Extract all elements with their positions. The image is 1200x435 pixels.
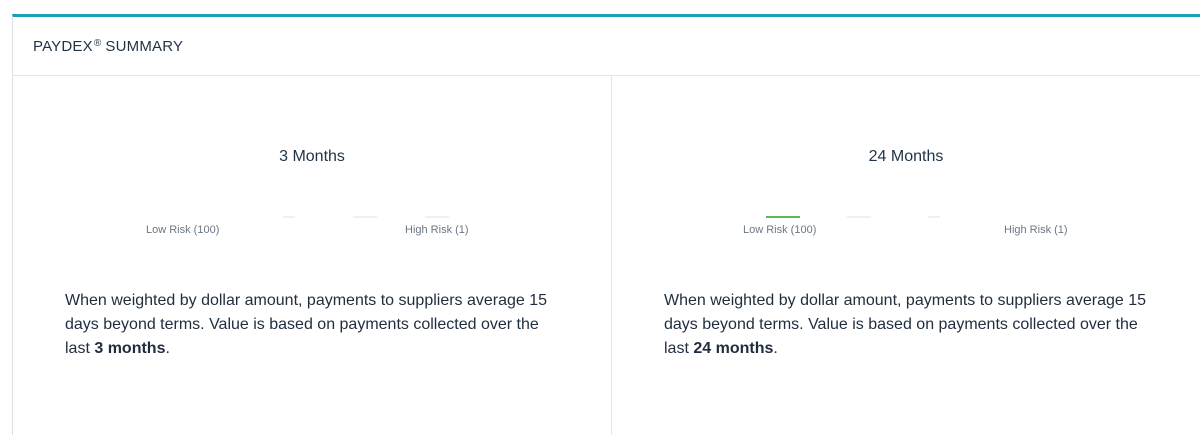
gauge-segment-active xyxy=(766,216,800,218)
description-suffix: . xyxy=(165,340,170,357)
registered-mark: ® xyxy=(93,37,102,49)
panel-24-months: 24 Months Low Risk (100) High Risk (1) W… xyxy=(611,76,1200,435)
low-risk-label: Low Risk (100) xyxy=(146,224,220,236)
description-period: 24 months xyxy=(693,340,774,357)
high-risk-label: High Risk (1) xyxy=(1004,224,1068,236)
panel-3-months: 3 Months Low Risk (100) High Risk (1) Wh… xyxy=(13,76,611,435)
header-title-rest: SUMMARY xyxy=(105,37,184,55)
panel-title: 24 Months xyxy=(868,148,944,165)
gauge-segment xyxy=(928,216,940,218)
low-risk-label: Low Risk (100) xyxy=(743,224,817,236)
header-title-brand: PAYDEX xyxy=(33,37,93,55)
paydex-description: When weighted by dollar amount, payments… xyxy=(664,289,1164,361)
card-header: PAYDEX ® SUMMARY xyxy=(13,17,1200,76)
paydex-panels: 3 Months Low Risk (100) High Risk (1) Wh… xyxy=(13,76,1200,435)
description-period: 3 months xyxy=(94,340,166,357)
description-suffix: . xyxy=(773,340,778,357)
high-risk-label: High Risk (1) xyxy=(405,224,469,236)
gauge-segment xyxy=(283,216,295,218)
paydex-summary-card: PAYDEX ® SUMMARY 3 Months Low Risk (100) H… xyxy=(12,14,1200,435)
risk-gauge: Low Risk (100) High Risk (1) xyxy=(13,216,611,256)
gauge-segment xyxy=(353,216,377,218)
paydex-description: When weighted by dollar amount, payments… xyxy=(65,289,565,361)
gauge-segment xyxy=(847,216,871,218)
panel-title: 3 Months xyxy=(279,148,345,165)
risk-gauge: Low Risk (100) High Risk (1) xyxy=(612,216,1200,256)
gauge-segment xyxy=(425,216,449,218)
